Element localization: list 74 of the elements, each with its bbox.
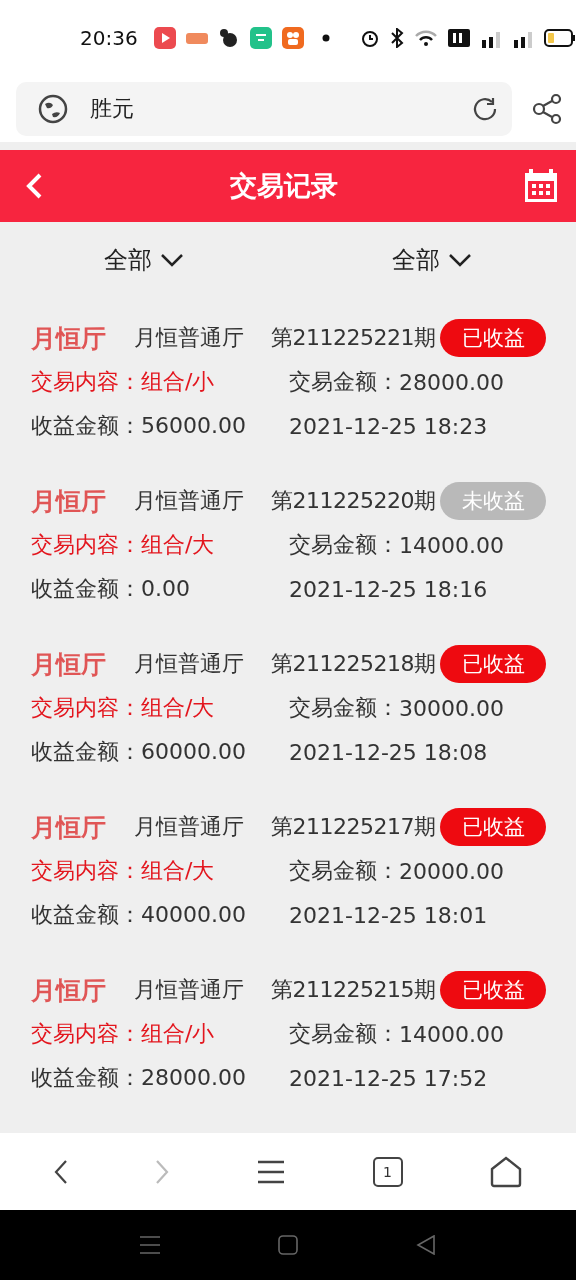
- income-value: 0.00: [141, 576, 190, 601]
- status-badge: 已收益: [440, 319, 546, 357]
- income-label: 收益金额：: [31, 738, 141, 766]
- income-label: 收益金额：: [31, 412, 141, 440]
- calendar-icon[interactable]: [524, 169, 558, 203]
- filter-dropdown[interactable]: 全部: [288, 243, 576, 277]
- content-label: 交易内容：: [31, 531, 141, 559]
- amount-value: 20000.00: [399, 858, 504, 884]
- income-label: 收益金额：: [31, 901, 141, 929]
- chevron-down-icon: [448, 253, 472, 267]
- period-number: 第211225218期: [271, 650, 437, 678]
- clock-time: 20:36: [80, 26, 138, 50]
- room-name: 月恒厅: [31, 322, 107, 355]
- content-value: 组合/大: [141, 857, 215, 885]
- income-value: 28000.00: [141, 1065, 246, 1090]
- income-label: 收益金额：: [31, 575, 141, 603]
- filter-dropdown[interactable]: 全部: [0, 243, 288, 277]
- content-value: 组合/大: [141, 531, 215, 559]
- page-title: 交易记录: [230, 169, 338, 203]
- amount-label: 交易金额：: [289, 368, 399, 396]
- home-icon[interactable]: [490, 1155, 523, 1188]
- amount-label: 交易金额：: [289, 694, 399, 722]
- hall-name: 月恒普通厅: [134, 976, 245, 1004]
- amount-value: 14000.00: [399, 532, 504, 558]
- amount-label: 交易金额：: [289, 531, 399, 559]
- content-value: 组合/小: [141, 1020, 215, 1048]
- amount-label: 交易金额：: [289, 857, 399, 885]
- room-name: 月恒厅: [31, 648, 107, 681]
- hall-name: 月恒普通厅: [134, 487, 245, 515]
- income-value: 56000.00: [141, 413, 246, 438]
- status-badge: 已收益: [440, 971, 546, 1009]
- hall-name: 月恒普通厅: [134, 324, 245, 352]
- wifi-icon: [413, 28, 438, 48]
- period-number: 第211225217期: [271, 813, 437, 841]
- amount-value: 28000.00: [399, 369, 504, 395]
- record-time: 2021-12-25 17:52: [289, 1065, 488, 1091]
- period-number: 第211225221期: [271, 324, 437, 352]
- record-time: 2021-12-25 18:23: [289, 413, 488, 439]
- address-field[interactable]: 胜元: [16, 82, 512, 136]
- record-time: 2021-12-25 18:16: [289, 576, 488, 602]
- tab-count[interactable]: 1: [372, 1156, 403, 1187]
- status-badge: 未收益: [440, 482, 546, 520]
- content-label: 交易内容：: [31, 368, 141, 396]
- content-value: 组合/小: [141, 368, 215, 396]
- income-value: 40000.00: [141, 902, 246, 927]
- room-name: 月恒厅: [31, 485, 107, 518]
- content-label: 交易内容：: [31, 857, 141, 885]
- content-value: 组合/大: [141, 694, 215, 722]
- dot-icon: [321, 34, 330, 42]
- amount-value: 30000.00: [399, 695, 504, 721]
- content-label: 交易内容：: [31, 1020, 141, 1048]
- back-icon[interactable]: [53, 1158, 68, 1185]
- menu-icon[interactable]: [257, 1159, 285, 1184]
- amount-label: 交易金额：: [289, 1020, 399, 1048]
- period-number: 第211225220期: [271, 487, 437, 515]
- amount-value: 14000.00: [399, 1021, 504, 1047]
- status-badge: 已收益: [440, 645, 546, 683]
- period-number: 第211225215期: [271, 976, 437, 1004]
- battery-icon: [543, 29, 576, 47]
- content-label: 交易内容：: [31, 694, 141, 722]
- bluetooth-icon: [389, 28, 404, 48]
- room-name: 月恒厅: [31, 811, 107, 844]
- globe-icon: [38, 94, 68, 124]
- income-label: 收益金额：: [31, 1064, 141, 1092]
- hall-name: 月恒普通厅: [134, 650, 245, 678]
- record-time: 2021-12-25 18:01: [289, 902, 488, 928]
- income-value: 60000.00: [141, 739, 246, 764]
- hall-name: 月恒普通厅: [134, 813, 245, 841]
- share-icon[interactable]: [532, 93, 562, 125]
- status-badge: 已收益: [440, 808, 546, 846]
- chevron-down-icon: [160, 253, 184, 267]
- room-name: 月恒厅: [31, 974, 107, 1007]
- record-time: 2021-12-25 18:08: [289, 739, 488, 765]
- alarm-icon: [359, 28, 380, 48]
